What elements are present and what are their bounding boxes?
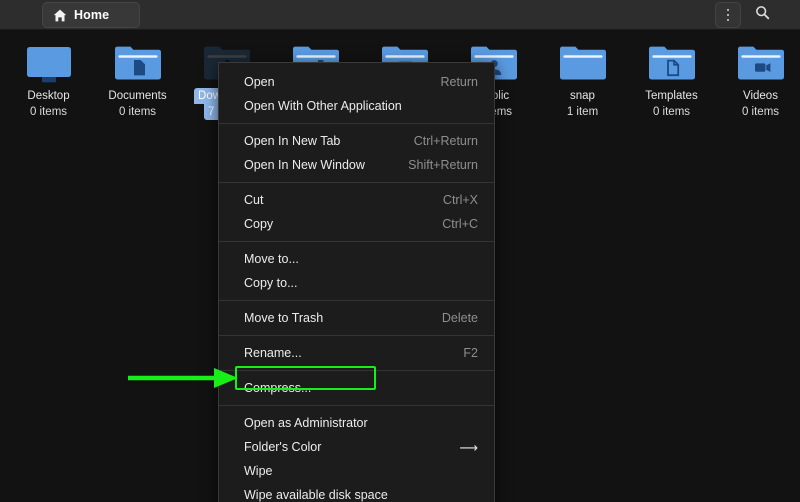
file-item-labels: Templates 0 items bbox=[641, 88, 701, 120]
file-item-templates[interactable]: Templates 0 items bbox=[627, 34, 716, 120]
file-manager-window: Home Desktop 0 items Documents bbox=[0, 0, 800, 502]
menu-item-move-to-trash[interactable]: Move to Trash Delete bbox=[219, 306, 494, 330]
menu-item-label: Wipe available disk space bbox=[244, 488, 388, 502]
menu-item-label: Cut bbox=[244, 193, 263, 207]
menu-item-label: Open With Other Application bbox=[244, 99, 402, 113]
file-item-labels: Documents 0 items bbox=[104, 88, 170, 120]
menu-group: Open Return Open With Other Application bbox=[219, 68, 494, 123]
menu-item-accelerator: Delete bbox=[442, 311, 478, 325]
file-item-desktop[interactable]: Desktop 0 items bbox=[4, 34, 93, 120]
menu-item-label: Open In New Tab bbox=[244, 134, 340, 148]
context-menu[interactable]: OpenReturnOpen With Other ApplicationOpe… bbox=[218, 62, 495, 502]
menu-item-label: Rename... bbox=[244, 346, 302, 360]
menu-item-open-in-new-tab[interactable]: Open In New Tab Ctrl+Return bbox=[219, 129, 494, 153]
search-button[interactable] bbox=[749, 2, 775, 28]
folder-videos-icon bbox=[735, 42, 787, 84]
menu-item-folder-s-color[interactable]: Folder's Color ⟶ bbox=[219, 435, 494, 459]
menu-item-label: Open bbox=[244, 75, 275, 89]
menu-item-label: Copy to... bbox=[244, 276, 298, 290]
menu-item-cut[interactable]: Cut Ctrl+X bbox=[219, 188, 494, 212]
file-item-name: Videos bbox=[739, 88, 782, 104]
tab-home-label: Home bbox=[74, 8, 109, 22]
menu-group: Cut Ctrl+X Copy Ctrl+C bbox=[219, 182, 494, 241]
menu-group: Compress... bbox=[219, 370, 494, 405]
menu-item-accelerator: Shift+Return bbox=[408, 158, 478, 172]
file-item-documents[interactable]: Documents 0 items bbox=[93, 34, 182, 120]
menu-item-label: Open as Administrator bbox=[244, 416, 368, 430]
menu-item-label: Copy bbox=[244, 217, 273, 231]
menu-group: Open as Administrator Folder's Color ⟶ Wipe… bbox=[219, 405, 494, 502]
menu-item-label: Move to... bbox=[244, 252, 299, 266]
file-item-count: 1 item bbox=[563, 104, 602, 120]
menu-item-compress[interactable]: Compress... bbox=[219, 376, 494, 400]
file-item-labels: Desktop 0 items bbox=[23, 88, 73, 120]
menu-item-accelerator: Return bbox=[440, 75, 478, 89]
menu-item-copy-to[interactable]: Copy to... bbox=[219, 271, 494, 295]
menu-item-move-to[interactable]: Move to... bbox=[219, 247, 494, 271]
menu-item-open[interactable]: Open Return bbox=[219, 70, 494, 94]
header-bar: Home bbox=[0, 0, 800, 30]
file-item-count: 0 items bbox=[26, 104, 71, 120]
folder-templates-icon bbox=[646, 42, 698, 84]
home-icon bbox=[53, 9, 67, 22]
menu-item-label: Open In New Window bbox=[244, 158, 365, 172]
overflow-menu-icon bbox=[727, 9, 730, 22]
folder-documents-icon bbox=[112, 42, 164, 84]
menu-item-label: Move to Trash bbox=[244, 311, 323, 325]
menu-group: Open In New Tab Ctrl+Return Open In New Wi… bbox=[219, 123, 494, 182]
menu-item-open-as-administrator[interactable]: Open as Administrator bbox=[236, 411, 377, 435]
file-item-labels: Videos 0 items bbox=[738, 88, 783, 120]
menu-item-accelerator: Ctrl+C bbox=[442, 217, 478, 231]
menu-item-accelerator: F2 bbox=[463, 346, 478, 360]
menu-item-copy[interactable]: Copy Ctrl+C bbox=[219, 212, 494, 236]
menu-group: Rename... F2 bbox=[219, 335, 494, 370]
file-item-snap[interactable]: snap 1 item bbox=[538, 34, 627, 120]
file-item-labels: snap 1 item bbox=[563, 88, 602, 120]
menu-item-label: Wipe bbox=[244, 464, 272, 478]
file-item-videos[interactable]: Videos 0 items bbox=[716, 34, 800, 120]
folder-plain-icon bbox=[557, 42, 609, 84]
overflow-menu-button[interactable] bbox=[715, 2, 741, 28]
menu-item-wipe[interactable]: Wipe bbox=[219, 459, 494, 483]
file-item-name: Desktop bbox=[23, 88, 73, 104]
tab-home[interactable]: Home bbox=[42, 2, 140, 28]
file-item-count: 0 items bbox=[649, 104, 694, 120]
file-item-name: snap bbox=[566, 88, 599, 104]
menu-group: Move to... Copy to... bbox=[219, 241, 494, 300]
menu-group: Move to Trash Delete bbox=[219, 300, 494, 335]
chevron-right-icon: ⟶ bbox=[459, 441, 478, 454]
file-item-name: Templates bbox=[641, 88, 701, 104]
folder-desktop-icon bbox=[23, 42, 75, 84]
menu-item-label: Compress... bbox=[244, 381, 311, 395]
menu-item-rename[interactable]: Rename... F2 bbox=[219, 341, 494, 365]
file-item-count: 0 items bbox=[115, 104, 160, 120]
menu-item-label: Folder's Color bbox=[244, 440, 321, 454]
file-item-count: 0 items bbox=[738, 104, 783, 120]
menu-item-wipe-available-disk-space[interactable]: Wipe available disk space bbox=[219, 483, 494, 502]
menu-item-open-with-other-application[interactable]: Open With Other Application bbox=[219, 94, 494, 118]
file-item-name: Documents bbox=[104, 88, 170, 104]
menu-item-accelerator: Ctrl+Return bbox=[414, 134, 478, 148]
menu-item-accelerator: Ctrl+X bbox=[443, 193, 478, 207]
menu-item-open-in-new-window[interactable]: Open In New Window Shift+Return bbox=[219, 153, 494, 177]
search-icon bbox=[755, 5, 770, 25]
annotation-arrow-icon bbox=[126, 365, 242, 391]
